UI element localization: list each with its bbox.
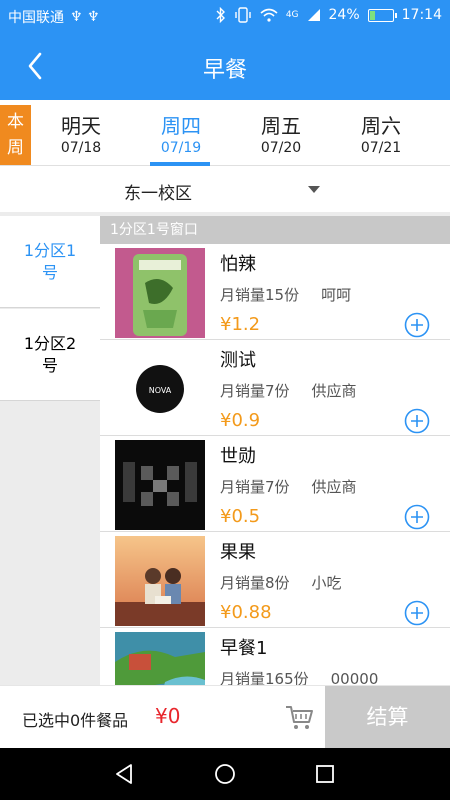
product-price: ¥0.9 [220, 410, 261, 431]
vendor-name: 小吃 [311, 574, 342, 592]
window-sidebar: 1分区1 号 1分区2 号 [0, 216, 100, 685]
sidebar-item-label: 1分区1 [23, 240, 77, 260]
product-thumbnail [115, 536, 205, 626]
sidebar-item-window-1[interactable]: 1分区1 号 [0, 216, 100, 308]
monthly-sales: 月销量15份 [220, 286, 300, 304]
battery-fill [369, 10, 375, 20]
vendor-name: 供应商 [311, 478, 357, 496]
product-list: 1分区1号窗口 怕辣 月销量15份 呵呵 ¥1.2 NOVA 测试 月销量7份 供应… [100, 216, 450, 685]
monthly-sales: 月销量7份 [220, 382, 290, 400]
bluetooth-icon [216, 7, 225, 23]
product-thumbnail [115, 632, 205, 685]
clock: 17:14 [401, 7, 442, 23]
add-to-cart-button[interactable] [404, 312, 430, 338]
day-date: 07/19 [160, 140, 202, 156]
add-to-cart-button[interactable] [404, 408, 430, 434]
battery-percent: 24% [328, 7, 360, 23]
this-week-label: 本周 [7, 112, 24, 158]
sidebar-item-label: 号 [41, 262, 58, 282]
checkout-button[interactable]: 结算 [325, 686, 450, 749]
product-meta: 月销量8份 小吃 [220, 572, 342, 593]
thumb-logo-text: NOVA [149, 386, 172, 395]
day-name: 周六 [361, 114, 401, 138]
dropdown-triangle-icon [308, 186, 320, 193]
vendor-name: 00000 [330, 670, 379, 685]
list-item[interactable]: 怕辣 月销量15份 呵呵 ¥1.2 [100, 244, 450, 340]
list-item[interactable]: NOVA 测试 月销量7份 供应商 ¥0.9 [100, 340, 450, 436]
day-name: 周五 [261, 114, 301, 138]
cart-total: ¥0 [155, 704, 181, 728]
add-to-cart-button[interactable] [404, 504, 430, 530]
product-meta: 月销量15份 呵呵 [220, 284, 351, 305]
tab-day-2[interactable]: 周五 07/20 [231, 110, 331, 156]
product-price: ¥0.5 [220, 506, 261, 527]
vendor-name: 呵呵 [321, 286, 352, 304]
this-week-badge[interactable]: 本周 [0, 105, 31, 165]
page-title: 早餐 [202, 58, 247, 83]
signal-icon [307, 9, 320, 21]
product-meta: 月销量7份 供应商 [220, 476, 357, 497]
vendor-name: 供应商 [311, 382, 357, 400]
day-date: 07/18 [60, 140, 102, 156]
nav-recents-icon[interactable] [313, 762, 337, 786]
sidebar-item-label: 号 [41, 355, 58, 375]
product-meta: 月销量165份 00000 [220, 668, 378, 685]
add-to-cart-button[interactable] [404, 600, 430, 626]
wifi-icon [260, 8, 278, 22]
day-tab-bar: 本周 明天 07/18 周四 07/19 周五 07/20 周六 07/21 [0, 100, 450, 166]
system-nav-bar [0, 748, 450, 800]
day-name: 明天 [61, 114, 101, 138]
list-item[interactable]: 世勋 月销量7份 供应商 ¥0.5 [100, 436, 450, 532]
nav-back-icon[interactable] [113, 762, 137, 786]
day-name: 周四 [161, 114, 201, 138]
cart-bar: 已选中0件餐品 ¥0 结算 [0, 685, 450, 749]
day-date: 07/21 [360, 140, 402, 156]
product-name: 早餐1 [220, 638, 268, 659]
vibrate-icon [235, 7, 251, 23]
carrier-label: 中国联通 [8, 10, 64, 26]
product-name: 果果 [220, 542, 256, 563]
tab-day-0[interactable]: 明天 07/18 [31, 110, 131, 156]
monthly-sales: 月销量8份 [220, 574, 290, 592]
product-thumbnail [115, 440, 205, 530]
usb-icon: ♆ ♆ [70, 9, 100, 25]
list-item[interactable]: 早餐1 月销量165份 00000 [100, 628, 450, 685]
tab-day-1[interactable]: 周四 07/19 [131, 110, 231, 166]
product-name: 测试 [220, 350, 256, 371]
battery-icon [367, 8, 397, 22]
product-name: 怕辣 [220, 254, 256, 275]
tab-day-3[interactable]: 周六 07/21 [331, 110, 431, 156]
product-meta: 月销量7份 供应商 [220, 380, 357, 401]
campus-selector[interactable]: 东一校区 [0, 166, 450, 212]
product-name: 世勋 [220, 446, 256, 467]
product-thumbnail [115, 248, 205, 338]
cart-icon[interactable] [284, 703, 314, 731]
product-price: ¥0.88 [220, 602, 272, 623]
day-date: 07/20 [260, 140, 302, 156]
monthly-sales: 月销量165份 [220, 670, 309, 685]
selected-count-label: 已选中0件餐品 [22, 711, 129, 730]
nav-home-icon[interactable] [213, 762, 237, 786]
campus-label: 东一校区 [124, 184, 192, 204]
section-header: 1分区1号窗口 [100, 216, 450, 244]
monthly-sales: 月销量7份 [220, 478, 290, 496]
status-bar: 中国联通 ♆ ♆ 4G 24% 17:14 [0, 0, 450, 32]
list-item[interactable]: 果果 月销量8份 小吃 ¥0.88 [100, 532, 450, 628]
sidebar-item-label: 1分区2 [23, 333, 77, 353]
network-type-label: 4G [285, 10, 299, 20]
product-thumbnail: NOVA [115, 344, 205, 434]
app-header: 早餐 [0, 32, 450, 100]
product-price: ¥1.2 [220, 314, 261, 335]
sidebar-item-window-2[interactable]: 1分区2 号 [0, 309, 100, 401]
